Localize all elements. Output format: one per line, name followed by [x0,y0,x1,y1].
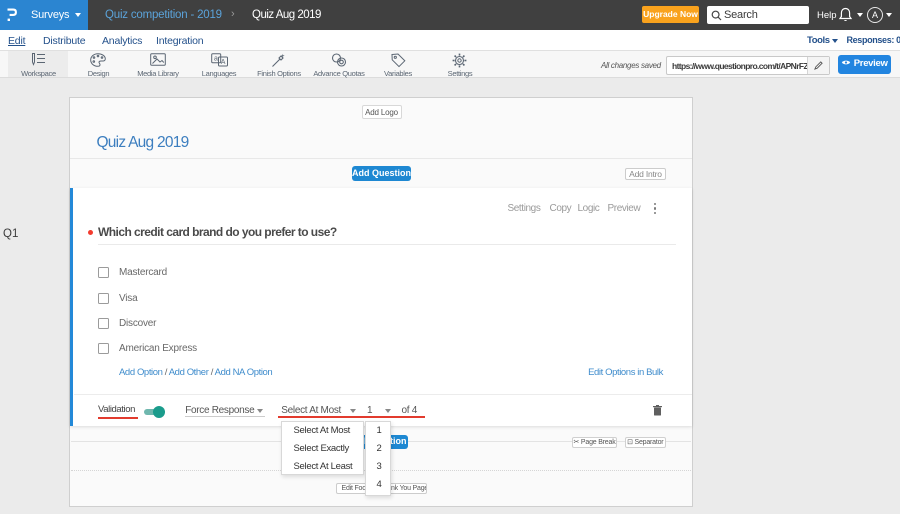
svg-text:A: A [221,59,226,66]
svg-text:a: a [214,56,218,63]
